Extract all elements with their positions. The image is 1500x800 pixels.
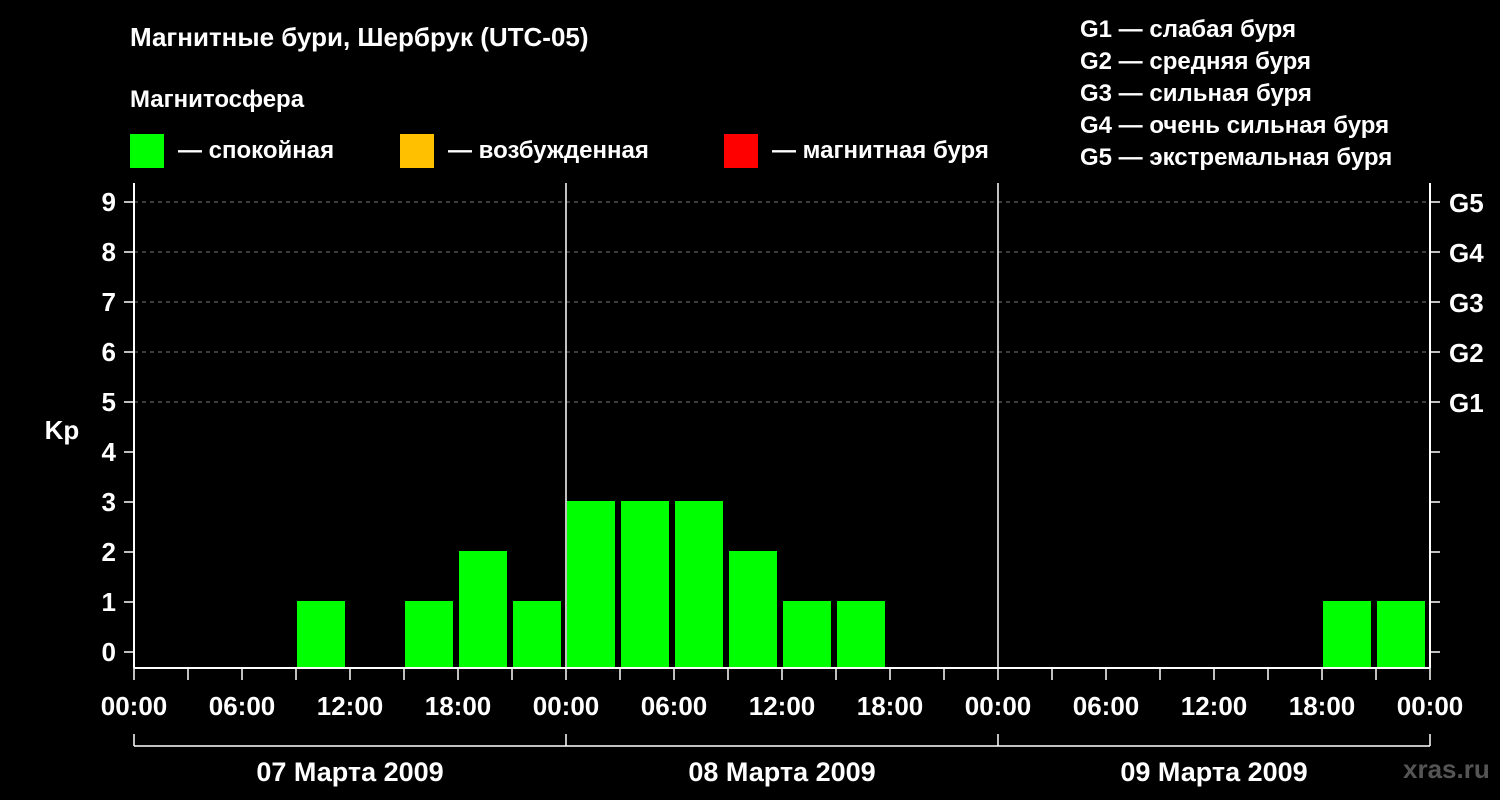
watermark: xras.ru (1403, 754, 1490, 784)
g-axis-label: G2 (1449, 338, 1484, 368)
x-tick-label: 18:00 (425, 691, 492, 721)
x-tick-label: 18:00 (1289, 691, 1356, 721)
kp-bar (459, 551, 507, 668)
y-tick-label: 6 (102, 337, 116, 367)
g-axis-label: G1 (1449, 388, 1484, 418)
y-tick-label: 5 (102, 387, 116, 417)
kp-bar-chart: 0 1 2 3 4 5 6 7 8 9 G1 G2 G3 G4 G5 Kp 00:00 06:00 12:00 18:… (45, 183, 1484, 787)
x-tick-label: 00:00 (1397, 691, 1464, 721)
x-tick-label: 00:00 (533, 691, 600, 721)
x-tick-label: 00:00 (965, 691, 1032, 721)
y-tick-label: 7 (102, 287, 116, 317)
kp-bar (1323, 601, 1371, 668)
day-label: 08 Марта 2009 (688, 757, 875, 787)
kp-bar (567, 501, 615, 668)
y-tick-label: 2 (102, 537, 116, 567)
g-axis-label: G3 (1449, 288, 1484, 318)
x-tick-label: 06:00 (1073, 691, 1140, 721)
kp-bar (513, 601, 561, 668)
x-tick-label: 06:00 (641, 691, 708, 721)
y-tick-label: 4 (102, 437, 117, 467)
x-tick-label: 06:00 (209, 691, 276, 721)
g-axis-label: G5 (1449, 188, 1484, 218)
day-label: 09 Марта 2009 (1120, 757, 1307, 787)
y-tick-label: 0 (102, 637, 116, 667)
x-tick-label: 12:00 (749, 691, 816, 721)
y-tick-label: 3 (102, 487, 116, 517)
x-tick-label: 12:00 (317, 691, 384, 721)
y-tick-label: 1 (102, 587, 116, 617)
x-tick-label: 12:00 (1181, 691, 1248, 721)
kp-bar (297, 601, 345, 668)
x-tick-label: 18:00 (857, 691, 924, 721)
kp-bar (837, 601, 885, 668)
kp-bar (621, 501, 669, 668)
y-tick-label: 8 (102, 237, 116, 267)
g-axis-label: G4 (1449, 238, 1484, 268)
kp-bar (783, 601, 831, 668)
kp-bar (405, 601, 453, 668)
x-tick-label: 00:00 (101, 691, 168, 721)
y-tick-label: 9 (102, 187, 116, 217)
day-label: 07 Марта 2009 (256, 757, 443, 787)
kp-bar (1377, 601, 1425, 668)
y-axis-title: Kp (45, 415, 80, 445)
kp-bar (729, 551, 777, 668)
kp-bar (675, 501, 723, 668)
